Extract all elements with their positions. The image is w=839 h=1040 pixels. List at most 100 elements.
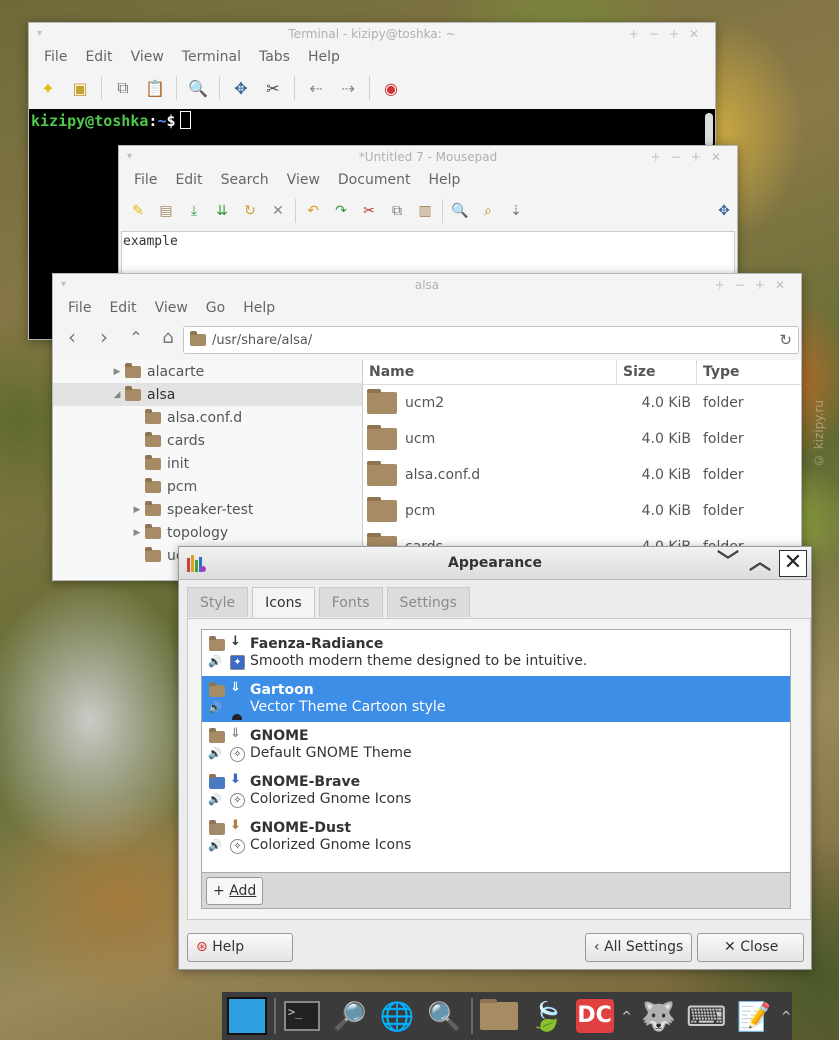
redo-icon[interactable]: ↷ xyxy=(330,200,352,222)
menu-edit[interactable]: Edit xyxy=(100,300,145,316)
menu-view[interactable]: View xyxy=(278,172,329,188)
reload-icon[interactable]: ↻ xyxy=(239,200,261,222)
paste-icon[interactable]: 📋 xyxy=(144,77,166,99)
tree-item-init[interactable]: init xyxy=(53,452,362,475)
location-bar[interactable]: /usr/share/alsa/ ↻ xyxy=(183,326,799,354)
add-theme-button[interactable]: + Add xyxy=(206,877,264,905)
fm-titlebar[interactable]: ▾ alsa +−+✕ xyxy=(53,274,801,296)
icon-theme-list[interactable]: ↓ 🔊 ✦ Faenza-Radiance Smooth modern theme … xyxy=(201,629,791,873)
menu-help[interactable]: Help xyxy=(234,300,284,316)
open-icon[interactable]: ▤ xyxy=(155,200,177,222)
terminal-scrollbar[interactable] xyxy=(705,113,713,147)
more-chevron-icon[interactable]: ^ xyxy=(621,1009,633,1023)
workspace-icon[interactable] xyxy=(226,996,269,1036)
forward-icon[interactable]: ⇢ xyxy=(337,77,359,99)
find-icon[interactable]: 🔍 xyxy=(449,200,471,222)
close-icon[interactable]: ✕ xyxy=(779,550,807,577)
help-lifebuoy-icon[interactable]: ◉ xyxy=(380,77,402,99)
close-doc-icon[interactable]: ✕ xyxy=(267,200,289,222)
back-icon[interactable]: ⇠ xyxy=(305,77,327,99)
reload-icon[interactable]: ↻ xyxy=(779,331,792,349)
file-row[interactable]: pcm 4.0 KiB folder xyxy=(363,493,801,529)
preferences-icon[interactable]: ✂ xyxy=(262,77,284,99)
maximize-icon[interactable]: ︿ xyxy=(749,550,771,576)
terminal-icon[interactable]: >_ xyxy=(281,996,324,1036)
column-size[interactable]: Size xyxy=(617,360,697,384)
all-settings-button[interactable]: ‹ All Settings xyxy=(585,933,692,962)
gimp-icon[interactable]: 🐺 xyxy=(638,996,681,1036)
home-icon[interactable]: ⌂ xyxy=(157,326,179,348)
tree-item-alsa[interactable]: ◢ alsa xyxy=(53,383,362,406)
window-menu-icon[interactable]: ▾ xyxy=(37,23,42,45)
menu-terminal[interactable]: Terminal xyxy=(173,49,250,65)
file-manager-window[interactable]: ▾ alsa +−+✕ File Edit View Go Help ‹ › ⌃… xyxy=(52,273,802,581)
new-window-icon[interactable]: ▣ xyxy=(69,77,91,99)
double-commander-icon[interactable]: DC xyxy=(573,996,616,1036)
menu-file[interactable]: File xyxy=(125,172,166,188)
menu-file[interactable]: File xyxy=(35,49,76,65)
expander-icon[interactable]: ▶ xyxy=(131,505,143,515)
close-button[interactable]: ✕ Close xyxy=(697,933,804,962)
menu-document[interactable]: Document xyxy=(329,172,420,188)
fullscreen-icon[interactable]: ✥ xyxy=(230,77,252,99)
appearance-dialog[interactable]: Appearance ﹀ ︿ ✕ Style Icons Fonts Setti… xyxy=(178,546,812,970)
search-icon[interactable]: 🔍 xyxy=(423,996,466,1036)
tab-fonts[interactable]: Fonts xyxy=(318,587,383,617)
new-document-icon[interactable]: ✎ xyxy=(127,200,149,222)
mousepad-window[interactable]: ▾ *Untitled 7 - Mousepad +−+✕ File Edit … xyxy=(118,145,738,275)
theme-item-gnome[interactable]: ⇓ 🔊 ✧ GNOME Default GNOME Theme xyxy=(202,722,790,768)
window-menu-icon[interactable]: ▾ xyxy=(61,274,66,296)
tree-item-cards[interactable]: cards xyxy=(53,429,362,452)
new-tab-icon[interactable]: ✦ xyxy=(37,77,59,99)
more-chevron-icon[interactable]: ^ xyxy=(780,1009,792,1023)
file-row[interactable]: ucm2 4.0 KiB folder xyxy=(363,385,801,421)
file-row[interactable]: alsa.conf.d 4.0 KiB folder xyxy=(363,457,801,493)
menu-help[interactable]: Help xyxy=(299,49,349,65)
expander-icon[interactable]: ▶ xyxy=(131,528,143,538)
theme-item-faenza-radiance[interactable]: ↓ 🔊 ✦ Faenza-Radiance Smooth modern theme … xyxy=(202,630,790,676)
menu-tabs[interactable]: Tabs xyxy=(250,49,299,65)
tree-item-pcm[interactable]: pcm xyxy=(53,475,362,498)
back-icon[interactable]: ‹ xyxy=(61,325,83,349)
text-editor-area[interactable]: example xyxy=(121,231,735,274)
tree-item-topology[interactable]: ▶ topology xyxy=(53,521,362,544)
up-icon[interactable]: ⌃ xyxy=(125,326,147,348)
copy-icon[interactable]: ⧉ xyxy=(386,200,408,222)
forward-icon[interactable]: › xyxy=(93,325,115,349)
paste-icon[interactable]: ▥ xyxy=(414,200,436,222)
column-name[interactable]: Name xyxy=(363,360,617,384)
theme-item-gnome-dust[interactable]: ⬇ 🔊 ✧ GNOME-Dust Colorized Gnome Icons xyxy=(202,814,790,860)
tab-style[interactable]: Style xyxy=(187,587,249,617)
menu-help[interactable]: Help xyxy=(419,172,469,188)
expander-icon[interactable]: ◢ xyxy=(111,390,123,400)
help-button[interactable]: ⊛ Help xyxy=(187,933,293,962)
tab-settings[interactable]: Settings xyxy=(386,587,470,617)
menu-go[interactable]: Go xyxy=(197,300,234,316)
network-globe-icon[interactable]: 🌐 xyxy=(376,996,419,1036)
appearance-titlebar[interactable]: Appearance ﹀ ︿ ✕ xyxy=(179,547,811,580)
goto-icon[interactable]: ⇣ xyxy=(505,200,527,222)
window-menu-icon[interactable]: ▾ xyxy=(127,146,132,168)
window-controls[interactable]: +−+✕ xyxy=(651,146,731,168)
theme-item-gartoon[interactable]: ⇓ 🔊 Gartoon Vector Theme Cartoon style xyxy=(202,676,790,722)
menu-view[interactable]: View xyxy=(122,49,173,65)
cut-icon[interactable]: ✂ xyxy=(358,200,380,222)
window-controls[interactable]: +−+✕ xyxy=(629,23,709,45)
menu-edit[interactable]: Edit xyxy=(76,49,121,65)
tree-item-alacarte[interactable]: ▶ alacarte xyxy=(53,360,362,383)
text-editor-icon[interactable]: 📝 xyxy=(733,996,776,1036)
file-row[interactable]: ucm 4.0 KiB folder xyxy=(363,421,801,457)
file-search-icon[interactable]: 🔎 xyxy=(328,996,371,1036)
window-controls[interactable]: +−+✕ xyxy=(715,274,795,296)
menu-view[interactable]: View xyxy=(146,300,197,316)
column-type[interactable]: Type xyxy=(697,360,801,384)
save-as-icon[interactable]: ⇊ xyxy=(211,200,233,222)
menu-file[interactable]: File xyxy=(59,300,100,316)
fullscreen-icon[interactable]: ✥ xyxy=(713,200,735,222)
theme-item-gnome-brave[interactable]: ⬇ 🔊 ✧ GNOME-Brave Colorized Gnome Icons xyxy=(202,768,790,814)
search-icon[interactable]: 🔍 xyxy=(187,77,209,99)
leaf-icon[interactable]: 🍃 xyxy=(526,996,569,1036)
expander-icon[interactable]: ▶ xyxy=(111,367,123,377)
menu-edit[interactable]: Edit xyxy=(166,172,211,188)
folder-icon[interactable] xyxy=(478,996,521,1036)
